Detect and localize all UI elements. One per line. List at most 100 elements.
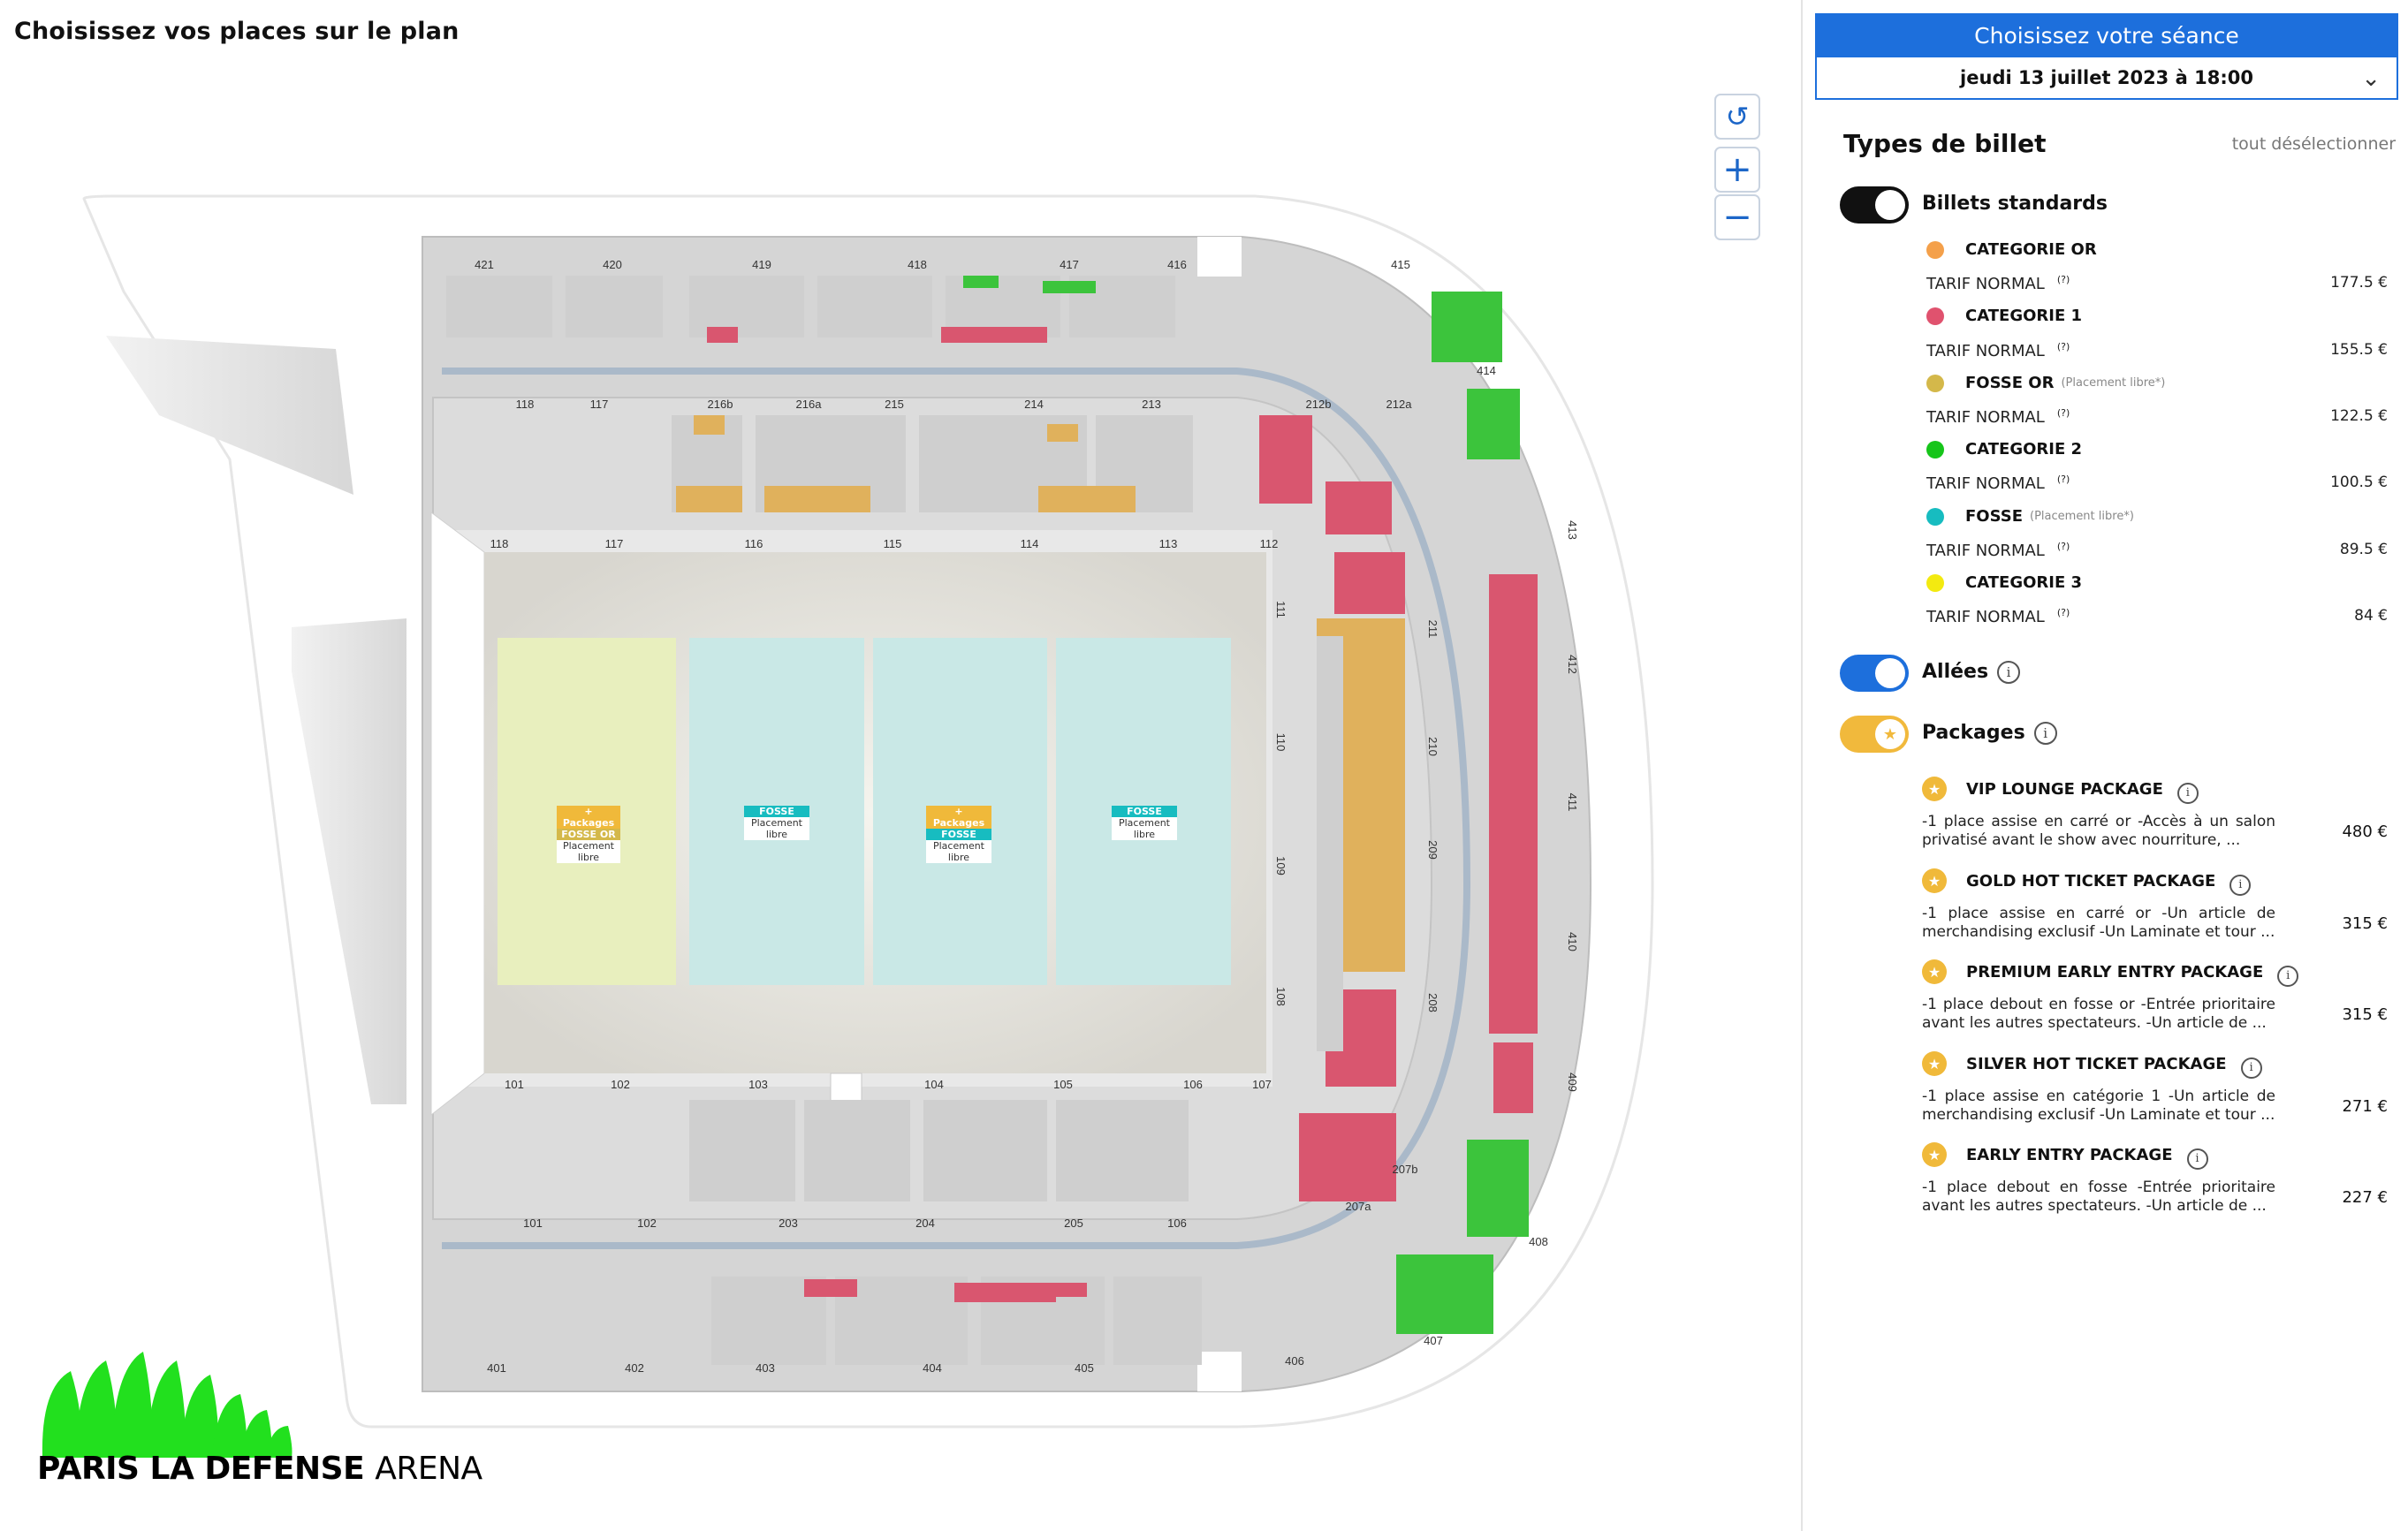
info-icon[interactable]: i xyxy=(2229,875,2252,896)
section-label: 216a xyxy=(796,398,823,411)
info-icon[interactable]: i xyxy=(2240,1057,2262,1079)
help-icon[interactable]: (?) xyxy=(2057,341,2070,352)
section-label: 117 xyxy=(605,537,624,550)
seat-block[interactable] xyxy=(1467,389,1520,459)
package-description: -1 place assise en carré or -Un article … xyxy=(1922,905,2275,941)
seat-block[interactable] xyxy=(1113,1277,1202,1365)
section-label: 104 xyxy=(924,1078,944,1091)
section-label: 108 xyxy=(1274,987,1288,1006)
category-row[interactable]: FOSSE (Placement libre*) xyxy=(1926,507,2134,526)
seat-block[interactable] xyxy=(941,327,1047,343)
section-label: 114 xyxy=(1021,537,1039,550)
category-note: (Placement libre*) xyxy=(2030,510,2134,523)
seat-block[interactable] xyxy=(1299,1113,1396,1201)
reset-view-button[interactable]: ↺ xyxy=(1714,94,1760,140)
seat-block[interactable] xyxy=(446,276,552,337)
info-icon[interactable]: i xyxy=(1997,661,2021,684)
seat-block[interactable] xyxy=(817,276,932,337)
package-row[interactable]: ★ VIP LOUNGE PACKAGE i xyxy=(1922,774,2199,804)
allees-toggle[interactable] xyxy=(1840,655,1909,692)
category-name: CATEGORIE 1 xyxy=(1965,307,2083,325)
tarif-row[interactable]: TARIF NORMAL (?) 177.5 € xyxy=(1926,274,2388,293)
seat-block[interactable] xyxy=(676,486,742,512)
seat-block[interactable] xyxy=(707,327,738,343)
seat-block[interactable] xyxy=(1396,1254,1493,1334)
seat-block[interactable] xyxy=(1043,281,1096,293)
help-icon[interactable]: (?) xyxy=(2057,274,2070,285)
section-label: 107 xyxy=(1252,1078,1272,1091)
seat-block[interactable] xyxy=(1056,1283,1087,1297)
seat-block[interactable] xyxy=(954,1283,1056,1302)
seat-block[interactable] xyxy=(804,1279,857,1297)
seat-block[interactable] xyxy=(1326,481,1392,534)
seat-block[interactable] xyxy=(804,1100,910,1201)
section-label: 109 xyxy=(1274,856,1288,875)
packages-toggle[interactable]: ★ xyxy=(1840,716,1909,753)
tarif-label: TARIF NORMAL xyxy=(1926,474,2045,493)
seat-block[interactable] xyxy=(1259,415,1312,504)
tarif-label: TARIF NORMAL xyxy=(1926,608,2045,626)
seat-block[interactable] xyxy=(1432,292,1502,362)
seat-block[interactable] xyxy=(1038,486,1136,512)
info-icon[interactable]: i xyxy=(2186,1148,2208,1170)
category-name: CATEGORIE 3 xyxy=(1965,573,2083,592)
category-row[interactable]: CATEGORIE OR xyxy=(1926,240,2097,259)
package-row[interactable]: ★ EARLY ENTRY PACKAGE i xyxy=(1922,1140,2208,1170)
seat-block[interactable] xyxy=(963,276,999,288)
seat-block[interactable] xyxy=(689,276,804,337)
help-icon[interactable]: (?) xyxy=(2057,407,2070,419)
deselect-all-link[interactable]: tout désélectionner xyxy=(2232,134,2396,154)
category-row[interactable]: FOSSE OR (Placement libre*) xyxy=(1926,374,2165,392)
zoom-out-button[interactable]: − xyxy=(1714,194,1760,240)
tarif-row[interactable]: TARIF NORMAL (?) 122.5 € xyxy=(1926,407,2388,427)
seat-block[interactable] xyxy=(1467,1140,1529,1237)
category-row[interactable]: CATEGORIE 2 xyxy=(1926,440,2082,459)
seat-block[interactable] xyxy=(1489,574,1538,1034)
package-row[interactable]: ★ GOLD HOT TICKET PACKAGE i xyxy=(1922,866,2252,896)
session-select[interactable]: jeudi 13 juillet 2023 à 18:00 ⌄ xyxy=(1815,57,2398,100)
tarif-row[interactable]: TARIF NORMAL (?) 84 € xyxy=(1926,607,2388,626)
venue-map[interactable]: 421 420 419 418 417 416 415 118 117 216b 216a 215 21… xyxy=(0,0,1801,1531)
seat-block[interactable] xyxy=(1317,636,1343,1051)
package-price: 315 € xyxy=(2342,914,2388,933)
section-label: 411 xyxy=(1566,793,1579,812)
seat-block[interactable] xyxy=(923,1100,1047,1201)
tarif-price: 177.5 € xyxy=(2330,274,2388,292)
toggle-knob xyxy=(1875,658,1905,688)
tarif-row[interactable]: TARIF NORMAL (?) 89.5 € xyxy=(1926,541,2388,560)
section-label: 115 xyxy=(884,537,902,550)
help-icon[interactable]: (?) xyxy=(2057,474,2070,485)
package-name: SILVER HOT TICKET PACKAGE xyxy=(1966,1054,2227,1073)
seat-block[interactable] xyxy=(566,276,663,337)
package-row[interactable]: ★ SILVER HOT TICKET PACKAGE i xyxy=(1922,1049,2262,1079)
category-row[interactable]: CATEGORIE 1 xyxy=(1926,307,2082,325)
category-name: FOSSE xyxy=(1965,507,2024,526)
seat-block[interactable] xyxy=(1493,1042,1533,1113)
info-icon[interactable]: i xyxy=(2033,722,2057,745)
seat-block[interactable] xyxy=(1334,552,1405,614)
standard-tickets-toggle[interactable] xyxy=(1840,186,1909,224)
tarif-row[interactable]: TARIF NORMAL (?) 155.5 € xyxy=(1926,341,2388,360)
seat-block[interactable] xyxy=(764,486,870,512)
seat-block[interactable] xyxy=(1047,424,1078,442)
section-label: 105 xyxy=(1053,1078,1073,1091)
info-icon[interactable]: i xyxy=(2277,966,2299,987)
section-label: 421 xyxy=(475,258,494,271)
rotate-ccw-icon: ↺ xyxy=(1725,100,1750,133)
info-icon[interactable]: i xyxy=(2176,783,2199,804)
category-row[interactable]: CATEGORIE 3 xyxy=(1926,573,2082,592)
package-row[interactable]: ★ PREMIUM EARLY ENTRY PACKAGE i xyxy=(1922,957,2299,987)
section-label: 409 xyxy=(1566,1072,1579,1092)
section-label: 413 xyxy=(1566,520,1579,540)
seat-block[interactable] xyxy=(694,415,725,435)
seat-block[interactable] xyxy=(1056,1100,1189,1201)
category-name: FOSSE OR xyxy=(1965,374,2055,392)
help-icon[interactable]: (?) xyxy=(2057,541,2070,552)
help-icon[interactable]: (?) xyxy=(2057,607,2070,618)
chevron-down-icon: ⌄ xyxy=(2361,65,2381,92)
seat-block[interactable] xyxy=(689,1100,795,1201)
zoom-in-button[interactable]: + xyxy=(1714,147,1760,193)
minus-icon: − xyxy=(1722,197,1752,238)
tarif-row[interactable]: TARIF NORMAL (?) 100.5 € xyxy=(1926,474,2388,493)
pit-label-fosse-2: + Packages FOSSE Placement libre xyxy=(926,806,991,863)
